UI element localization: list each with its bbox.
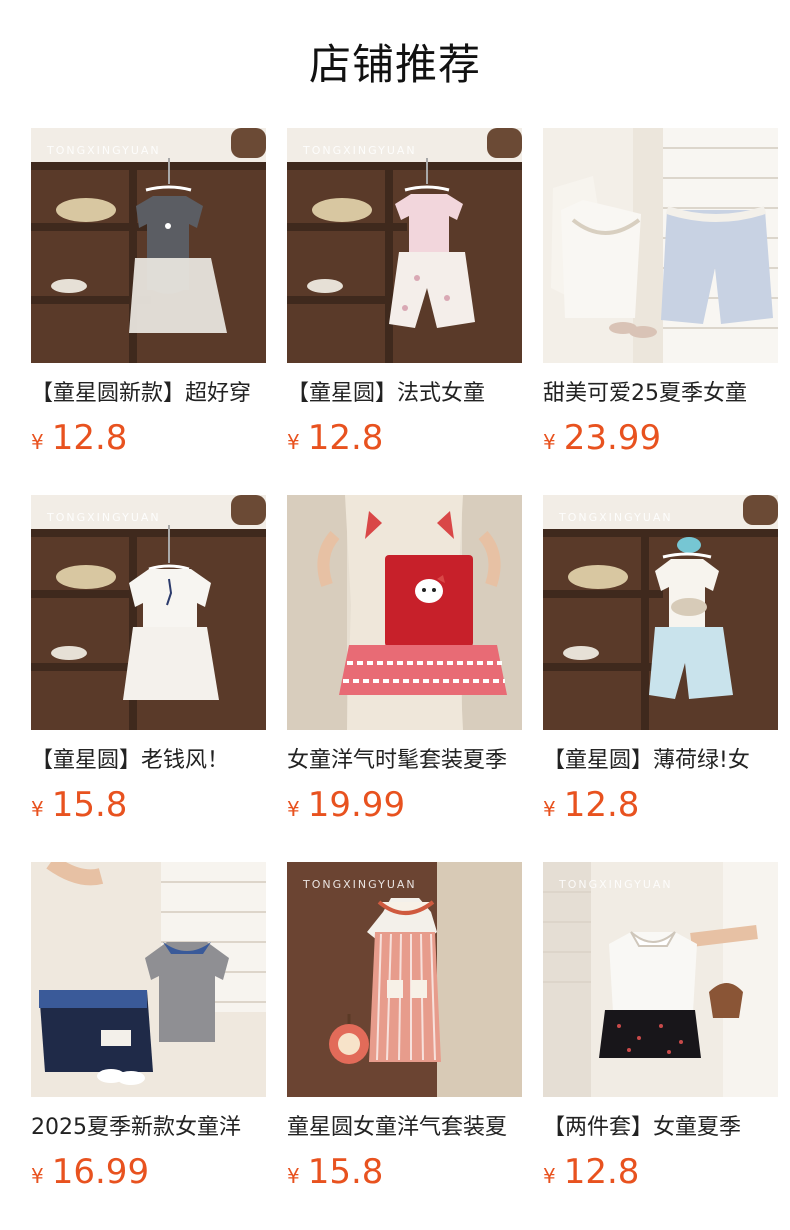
price-amount: 12.8 <box>51 418 128 458</box>
product-image[interactable]: TONGXINGYUAN <box>543 862 778 1097</box>
currency-symbol: ¥ <box>31 797 44 821</box>
product-image[interactable] <box>287 495 522 730</box>
product-name[interactable]: 【童星圆】法式女童 <box>287 376 522 412</box>
product-price: ¥ 12.8 <box>31 414 127 462</box>
product-price: ¥ 19.99 <box>287 781 405 829</box>
product-price: ¥ 15.8 <box>287 1148 383 1196</box>
watermark-label: TONGXINGYUAN <box>47 511 161 524</box>
product-grid: TONGXINGYUAN 【童星圆新款】超好穿 ¥ 12.8 TONGXINGY… <box>31 128 779 1229</box>
price-amount: 15.8 <box>51 785 128 825</box>
product-name[interactable]: 【童星圆新款】超好穿 <box>31 376 266 412</box>
currency-symbol: ¥ <box>287 1164 300 1188</box>
product-name[interactable]: 童星圆女童洋气套装夏 <box>287 1110 522 1146</box>
price-amount: 12.8 <box>563 1152 640 1192</box>
currency-symbol: ¥ <box>543 797 556 821</box>
product-name[interactable]: 【两件套】女童夏季 <box>543 1110 778 1146</box>
product-photo <box>287 128 522 363</box>
section-title: 店铺推荐 <box>308 40 481 89</box>
product-card[interactable]: 甜美可爱25夏季女童 ¥ 23.99 <box>543 128 778 495</box>
product-photo <box>31 128 266 363</box>
store-recommendations-page: 店铺推荐 TONGXINGYUAN 【童星圆新款】超好穿 ¥ 12.8 TONG… <box>0 0 790 1230</box>
product-image[interactable]: TONGXINGYUAN <box>287 128 522 363</box>
watermark-label: TONGXINGYUAN <box>303 878 417 891</box>
product-card[interactable]: TONGXINGYUAN 童星圆女童洋气套装夏 ¥ 15.8 <box>287 862 522 1229</box>
product-card[interactable]: TONGXINGYUAN 【两件套】女童夏季 ¥ 12.8 <box>543 862 778 1229</box>
product-image[interactable]: TONGXINGYUAN <box>31 495 266 730</box>
product-name[interactable]: 女童洋气时髦套装夏季 <box>287 743 522 779</box>
product-image[interactable]: TONGXINGYUAN <box>543 495 778 730</box>
product-price: ¥ 12.8 <box>287 414 383 462</box>
product-price: ¥ 12.8 <box>543 1148 639 1196</box>
product-photo <box>543 495 778 730</box>
product-photo <box>287 495 522 730</box>
price-amount: 19.99 <box>307 785 406 825</box>
product-price: ¥ 12.8 <box>543 781 639 829</box>
currency-symbol: ¥ <box>287 430 300 454</box>
product-image[interactable] <box>543 128 778 363</box>
product-price: ¥ 16.99 <box>31 1148 149 1196</box>
product-name[interactable]: 【童星圆】薄荷绿!女 <box>543 743 778 779</box>
product-photo <box>31 495 266 730</box>
product-card[interactable]: TONGXINGYUAN 【童星圆新款】超好穿 ¥ 12.8 <box>31 128 266 495</box>
product-image[interactable]: TONGXINGYUAN <box>31 128 266 363</box>
price-amount: 15.8 <box>307 1152 384 1192</box>
watermark-label: TONGXINGYUAN <box>47 144 161 157</box>
product-image[interactable]: TONGXINGYUAN <box>287 862 522 1097</box>
product-photo <box>543 128 778 363</box>
product-card[interactable]: TONGXINGYUAN 【童星圆】法式女童 ¥ 12.8 <box>287 128 522 495</box>
product-name[interactable]: 甜美可爱25夏季女童 <box>543 376 778 412</box>
currency-symbol: ¥ <box>31 1164 44 1188</box>
product-image[interactable] <box>31 862 266 1097</box>
currency-symbol: ¥ <box>287 797 300 821</box>
product-photo <box>31 862 266 1097</box>
product-card[interactable]: TONGXINGYUAN 【童星圆】老钱风！ ¥ 15.8 <box>31 495 266 862</box>
product-card[interactable]: 2025夏季新款女童洋 ¥ 16.99 <box>31 862 266 1229</box>
watermark-label: TONGXINGYUAN <box>559 878 673 891</box>
product-price: ¥ 15.8 <box>31 781 127 829</box>
product-photo <box>543 862 778 1097</box>
price-amount: 12.8 <box>563 785 640 825</box>
price-amount: 23.99 <box>563 418 662 458</box>
product-card[interactable]: 女童洋气时髦套装夏季 ¥ 19.99 <box>287 495 522 862</box>
product-card[interactable]: TONGXINGYUAN 【童星圆】薄荷绿!女 ¥ 12.8 <box>543 495 778 862</box>
product-name[interactable]: 【童星圆】老钱风！ <box>31 743 266 779</box>
product-photo <box>287 862 522 1097</box>
watermark-label: TONGXINGYUAN <box>559 511 673 524</box>
currency-symbol: ¥ <box>543 1164 556 1188</box>
price-amount: 16.99 <box>51 1152 150 1192</box>
product-name[interactable]: 2025夏季新款女童洋 <box>31 1110 266 1146</box>
watermark-label: TONGXINGYUAN <box>303 144 417 157</box>
price-amount: 12.8 <box>307 418 384 458</box>
product-price: ¥ 23.99 <box>543 414 661 462</box>
currency-symbol: ¥ <box>31 430 44 454</box>
currency-symbol: ¥ <box>543 430 556 454</box>
